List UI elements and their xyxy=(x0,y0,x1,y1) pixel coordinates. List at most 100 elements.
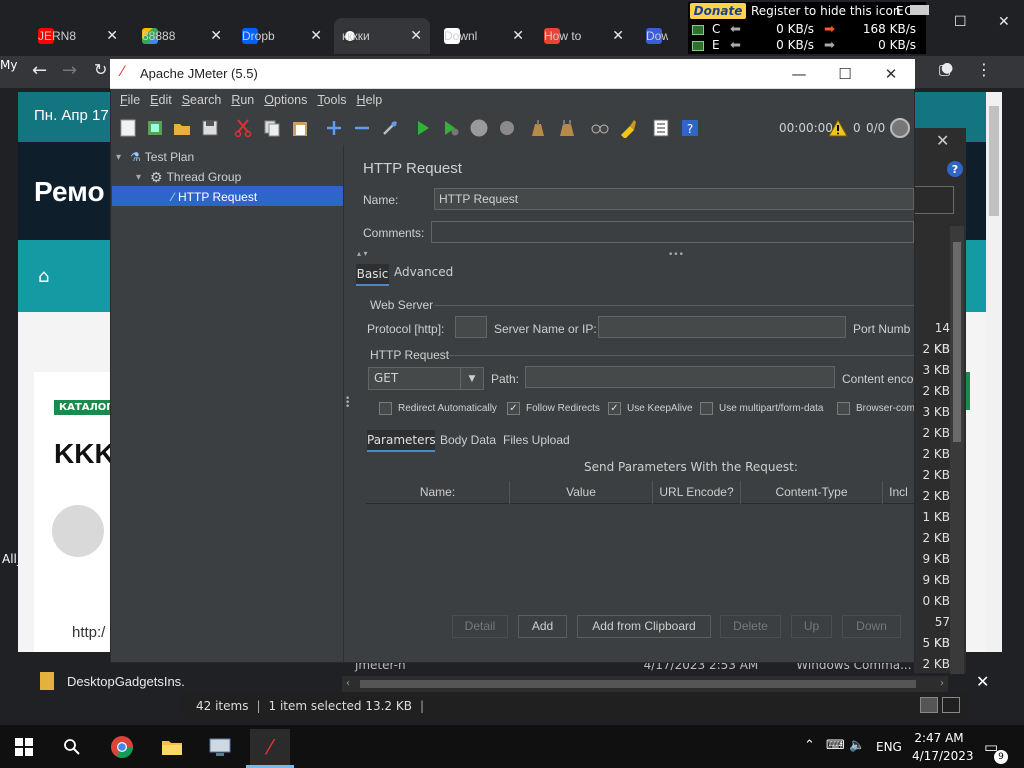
warning-icon[interactable] xyxy=(828,119,848,137)
scroll-right-icon[interactable]: › xyxy=(940,678,944,689)
tree-node-test-plan[interactable]: ▾ ⚗ Test Plan xyxy=(116,147,194,167)
open-icon[interactable] xyxy=(172,118,192,138)
name-field[interactable]: HTTP Request xyxy=(434,188,914,210)
background-input[interactable] xyxy=(914,186,954,214)
file-explorer-icon[interactable] xyxy=(152,729,192,765)
chevron-down-icon[interactable]: ▼ xyxy=(460,368,483,389)
column-name[interactable]: Name: xyxy=(366,481,510,504)
new-icon[interactable] xyxy=(118,118,138,138)
detail-button[interactable]: Detail xyxy=(452,615,508,638)
close-download-bar-icon[interactable]: ✕ xyxy=(976,672,989,691)
scroll-left-icon[interactable]: ‹ xyxy=(346,678,350,689)
tree-node-http-request[interactable]: ⁄ HTTP Request xyxy=(172,187,257,207)
menu-edit[interactable]: Edit xyxy=(145,93,177,107)
chrome-tab-active[interactable]: кккки ✕ xyxy=(334,18,430,54)
tree-node-thread-group[interactable]: ▾ ⚙ Thread Group xyxy=(136,167,241,187)
menu-options[interactable]: Options xyxy=(259,93,312,107)
profile-icon[interactable]: ● xyxy=(941,60,957,76)
add-button[interactable]: Add xyxy=(518,615,567,638)
column-value[interactable]: Value xyxy=(510,481,653,504)
windows-start-icon[interactable] xyxy=(4,729,44,765)
chrome-tab[interactable]: How to ✕ xyxy=(536,18,632,54)
menu-run[interactable]: Run xyxy=(226,93,259,107)
menu-tools[interactable]: Tools xyxy=(312,93,351,107)
download-filename[interactable]: DesktopGadgetsIns. xyxy=(67,674,185,689)
forward-icon[interactable]: → xyxy=(62,60,77,81)
save-icon[interactable] xyxy=(200,118,220,138)
menu-kebab-icon[interactable]: ⋮ xyxy=(976,60,992,79)
collapse-arrows-icon[interactable]: ▴ ▾ xyxy=(357,249,368,258)
cut-icon[interactable] xyxy=(233,118,253,138)
shutdown-icon[interactable] xyxy=(497,118,517,138)
minimize-button[interactable]: — xyxy=(776,62,822,86)
start-no-pauses-icon[interactable] xyxy=(441,118,461,138)
chrome-tab[interactable]: Downl ✕ xyxy=(436,18,532,54)
subtab-parameters[interactable]: Parameters xyxy=(367,430,436,452)
category-badge[interactable]: КАТАЛОГ xyxy=(54,400,118,415)
details-view-icon[interactable] xyxy=(920,697,938,713)
volume-icon[interactable]: 🔈 xyxy=(849,738,865,753)
help-icon[interactable]: ? xyxy=(947,161,963,177)
reset-search-icon[interactable] xyxy=(618,118,638,138)
column-include[interactable]: Incl xyxy=(883,481,914,504)
close-tab-icon[interactable]: ✕ xyxy=(410,28,422,44)
remote-desktop-icon[interactable] xyxy=(200,729,240,765)
close-tab-icon[interactable]: ✕ xyxy=(612,28,624,44)
toggle-icon[interactable] xyxy=(380,118,400,138)
collapse-all-icon[interactable] xyxy=(352,118,372,138)
start-icon[interactable] xyxy=(413,118,433,138)
protocol-field[interactable] xyxy=(455,316,487,338)
multipart-checkbox[interactable] xyxy=(700,402,713,415)
tab-advanced[interactable]: Advanced xyxy=(394,265,453,279)
copy-icon[interactable] xyxy=(262,118,282,138)
page-scrollbar[interactable] xyxy=(986,92,1002,652)
path-field[interactable] xyxy=(525,366,835,388)
delete-button[interactable]: Delete xyxy=(720,615,781,638)
close-icon[interactable]: ✕ xyxy=(936,131,949,150)
back-icon[interactable]: ← xyxy=(32,60,47,81)
subtab-body-data[interactable]: Body Data xyxy=(440,433,496,447)
subtab-files-upload[interactable]: Files Upload xyxy=(503,433,570,447)
function-helper-icon[interactable] xyxy=(651,118,671,138)
search-icon[interactable] xyxy=(52,729,92,765)
language-indicator[interactable]: ENG xyxy=(876,740,902,754)
paste-icon[interactable] xyxy=(290,118,310,138)
tiles-view-icon[interactable] xyxy=(942,697,960,713)
donate-button[interactable]: Donate xyxy=(690,3,746,19)
chrome-taskbar-icon[interactable] xyxy=(102,729,142,765)
column-url-encode[interactable]: URL Encode? xyxy=(653,481,741,504)
chrome-tab[interactable]: 88888 ✕ xyxy=(134,18,230,54)
close-tab-icon[interactable]: ✕ xyxy=(106,28,118,44)
clear-icon[interactable] xyxy=(528,118,548,138)
redirect-auto-checkbox[interactable] xyxy=(379,402,392,415)
tab-basic[interactable]: Basic xyxy=(356,264,389,286)
templates-icon[interactable] xyxy=(145,118,165,138)
browser-compat-checkbox[interactable] xyxy=(837,402,850,415)
menu-search[interactable]: Search xyxy=(177,93,227,107)
menu-help[interactable]: Help xyxy=(352,93,388,107)
up-button[interactable]: Up xyxy=(791,615,832,638)
down-button[interactable]: Down xyxy=(842,615,901,638)
chrome-tab[interactable]: Dow xyxy=(638,18,690,54)
resize-handle[interactable]: ••• xyxy=(668,250,684,260)
network-icon[interactable]: ⌨ xyxy=(826,738,845,753)
reload-icon[interactable]: ↻ xyxy=(94,60,107,79)
close-tab-icon[interactable]: ✕ xyxy=(310,28,322,44)
chevron-down-icon[interactable]: ▾ xyxy=(136,172,146,183)
keepalive-checkbox[interactable]: ✓ xyxy=(608,402,621,415)
clock-time[interactable]: 2:47 AM xyxy=(912,731,966,745)
follow-redirects-checkbox[interactable]: ✓ xyxy=(507,402,520,415)
chrome-tab[interactable]: Dropb ✕ xyxy=(234,18,330,54)
server-field[interactable] xyxy=(598,316,846,338)
chevron-down-icon[interactable]: ▾ xyxy=(116,152,126,163)
help-icon[interactable]: ? xyxy=(680,118,700,138)
tray-overflow-icon[interactable]: ⌃ xyxy=(804,738,815,753)
close-tab-icon[interactable]: ✕ xyxy=(512,28,524,44)
close-button[interactable]: ✕ xyxy=(868,62,914,86)
jmeter-taskbar-icon[interactable]: ⁄ xyxy=(250,729,290,765)
comments-field[interactable] xyxy=(431,221,914,243)
chrome-tab[interactable]: JERN8 ✕ xyxy=(30,18,126,54)
explorer-horizontal-scrollbar[interactable]: ‹ › xyxy=(342,676,948,692)
add-from-clipboard-button[interactable]: Add from Clipboard xyxy=(577,615,711,638)
maximize-icon[interactable]: ☐ xyxy=(954,14,967,30)
